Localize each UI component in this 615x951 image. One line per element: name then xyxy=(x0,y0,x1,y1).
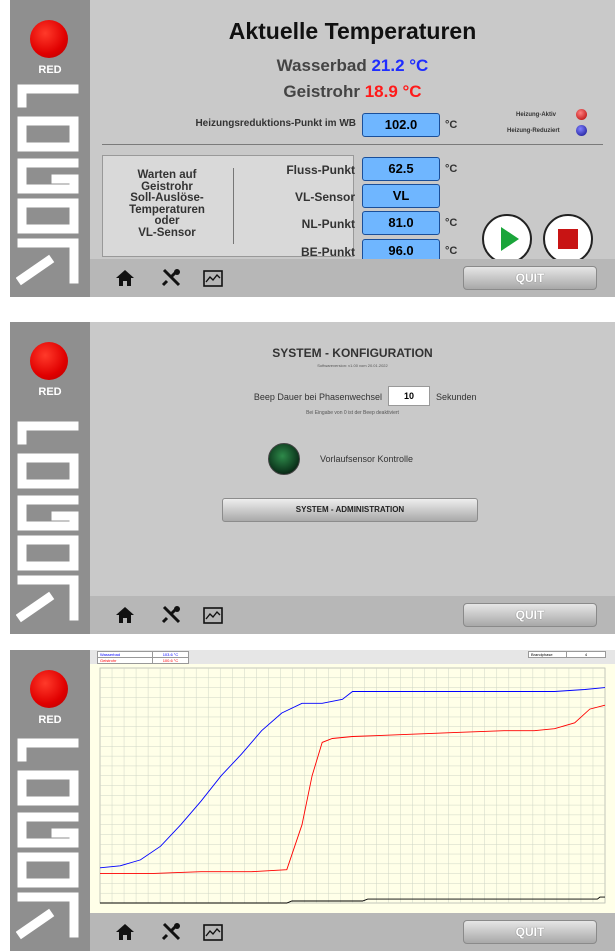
heizung-label: Heizungsreduktions-Punkt im WB xyxy=(195,118,356,129)
vl-sensor-label: Vorlaufsensor Kontrolle xyxy=(320,454,414,464)
param-unit: °C xyxy=(445,217,458,229)
elogik-logo xyxy=(16,738,79,940)
home-icon[interactable] xyxy=(114,921,136,943)
wasserbad-label: Wasserbad xyxy=(276,56,367,75)
beep-input[interactable]: 10 xyxy=(388,386,430,406)
brandphase-label: Brandphase xyxy=(528,651,567,658)
quit-button[interactable]: QUIT xyxy=(463,266,597,290)
param-label: NL-Punkt xyxy=(301,217,355,231)
vl-sensor-field[interactable]: VL xyxy=(362,184,440,208)
red-led-icon xyxy=(30,20,68,58)
quit-button[interactable]: QUIT xyxy=(463,920,597,944)
fluss-punkt-field[interactable]: 62.5 xyxy=(362,157,440,181)
param-label: Fluss-Punkt xyxy=(286,163,355,177)
brand-label: RED xyxy=(38,714,62,726)
vl-sensor-toggle[interactable] xyxy=(268,443,300,475)
page-title: Aktuelle Temperaturen xyxy=(228,18,477,44)
elogik-logo xyxy=(16,421,79,623)
divider xyxy=(102,144,603,145)
beep-unit: Sekunden xyxy=(436,392,477,402)
screen-chart: RED Wasserbad 103.6 °C Geistrohr 100.6 °… xyxy=(10,650,615,951)
geistrohr-readout: Geistrohr 18.9 °C xyxy=(90,82,615,102)
wasserbad-readout: Wasserbad 21.2 °C xyxy=(90,56,615,76)
beep-note: Bei Eingabe von 0 ist der Beep deaktivie… xyxy=(306,410,399,416)
quit-button[interactable]: QUIT xyxy=(463,603,597,627)
geistrohr-value: 18.9 °C xyxy=(364,82,422,101)
stop-button[interactable] xyxy=(543,214,593,264)
tools-icon[interactable] xyxy=(160,604,182,626)
brand-sidebar: RED xyxy=(10,0,90,297)
legend-geistrohr-value: 100.6 °C xyxy=(152,657,189,664)
system-admin-button[interactable]: SYSTEM - ADMINISTRATION xyxy=(222,498,478,522)
screen-temperatures: RED Aktuelle Temperaturen Wasserbad 21.2… xyxy=(10,0,615,297)
nl-punkt-field[interactable]: 81.0 xyxy=(362,211,440,235)
chart-icon[interactable] xyxy=(202,921,224,943)
heizung-unit: °C xyxy=(445,119,458,131)
start-button[interactable] xyxy=(482,214,532,264)
wasserbad-value: 21.2 °C xyxy=(371,56,429,75)
heizung-aktiv-label: Heizung-Aktiv xyxy=(516,112,557,118)
red-led-icon xyxy=(30,670,68,708)
param-unit: °C xyxy=(445,245,458,257)
heizung-aktiv-led-icon xyxy=(576,109,587,120)
brand-label: RED xyxy=(38,386,62,398)
chart-icon[interactable] xyxy=(202,604,224,626)
legend-geistrohr-label: Geistrohr xyxy=(97,657,153,664)
status-divider xyxy=(233,168,234,244)
param-label: BE-Punkt xyxy=(301,245,355,259)
play-icon xyxy=(501,227,519,251)
temperature-chart xyxy=(90,664,615,913)
heizung-reduziert-led-icon xyxy=(576,125,587,136)
brand-sidebar: RED xyxy=(10,650,90,951)
brandphase-value: 4 xyxy=(566,651,606,658)
chart-icon[interactable] xyxy=(202,267,224,289)
beep-label: Beep Dauer bei Phasenwechsel xyxy=(253,392,382,402)
stop-icon xyxy=(558,229,578,249)
geistrohr-label: Geistrohr xyxy=(283,82,360,101)
brand-label: RED xyxy=(38,64,62,76)
bottom-bar: QUIT xyxy=(90,596,615,634)
heizung-value-field[interactable]: 102.0 xyxy=(362,113,440,137)
screen-system-config: RED SYSTEM - KONFIGURATION Softwareversi… xyxy=(10,322,615,634)
elogik-logo xyxy=(16,84,79,286)
home-icon[interactable] xyxy=(114,604,136,626)
chart-header: Wasserbad 103.6 °C Geistrohr 100.6 °C Br… xyxy=(90,650,615,664)
bottom-bar: QUIT xyxy=(90,259,615,297)
bottom-bar: QUIT xyxy=(90,913,615,951)
status-text: Warten auf Geistrohr Soll-Auslöse- Tempe… xyxy=(129,169,205,239)
heizung-reduziert-label: Heizung-Reduziert xyxy=(507,128,560,134)
home-icon[interactable] xyxy=(114,267,136,289)
config-title: SYSTEM - KONFIGURATION xyxy=(272,346,433,360)
param-unit: °C xyxy=(445,163,458,175)
red-led-icon xyxy=(30,342,68,380)
tools-icon[interactable] xyxy=(160,267,182,289)
tools-icon[interactable] xyxy=(160,921,182,943)
software-version: Softwareversion: v1.00 vom 20.01.2022 xyxy=(317,363,388,368)
param-label: VL-Sensor xyxy=(294,190,355,204)
brand-sidebar: RED xyxy=(10,322,90,634)
